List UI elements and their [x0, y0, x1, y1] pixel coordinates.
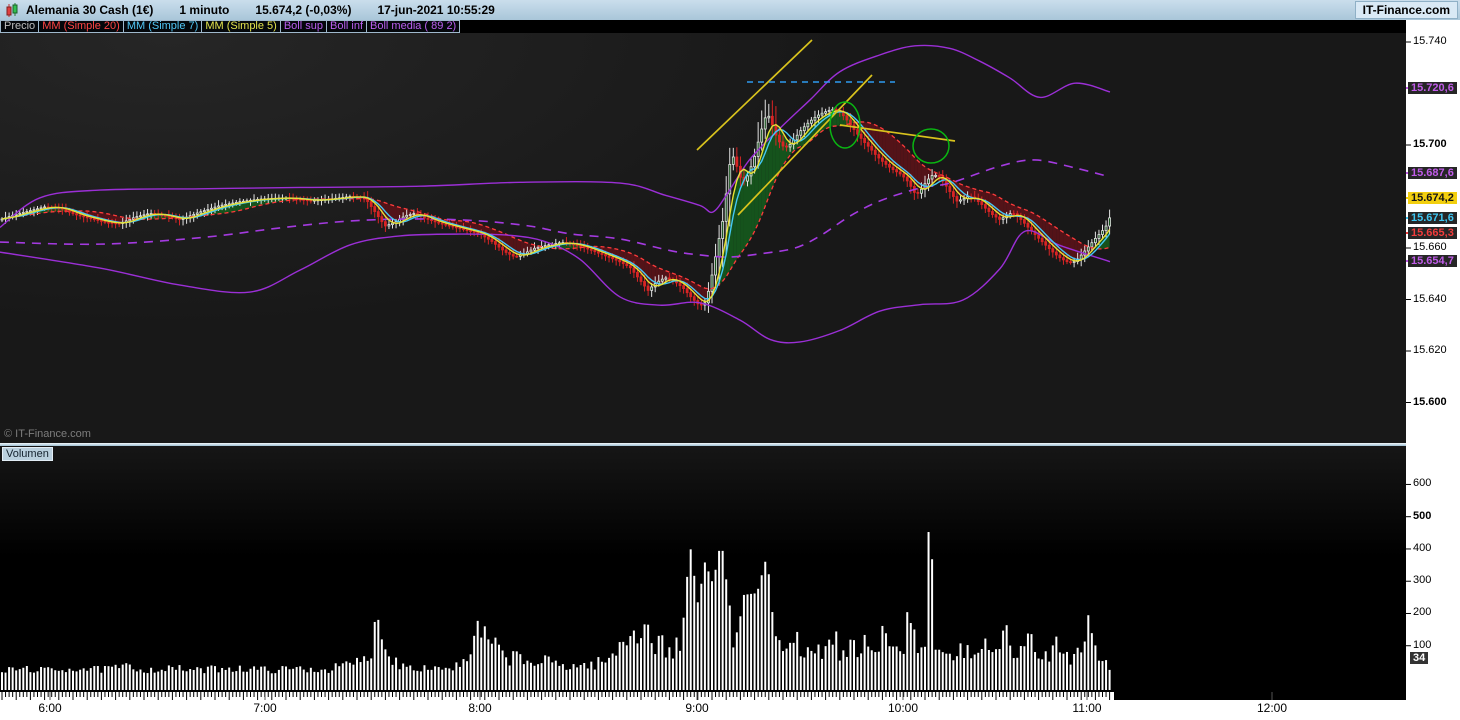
brand-link[interactable]: IT-Finance.com	[1354, 1, 1458, 19]
legend-item-mm-simple-20[interactable]: MM (Simple 20)	[39, 20, 124, 33]
price-axis-column[interactable]	[1406, 20, 1460, 692]
price-chart-panel[interactable]	[0, 33, 1406, 443]
legend-item-precio[interactable]: Precio	[0, 20, 40, 33]
trading-platform-window: { "title_bar": { "instrument": "Alemania…	[0, 0, 1460, 720]
volume-indicator-tag[interactable]: Volumen	[2, 447, 53, 461]
last-price-change: 15.674,2 (-0,03%)	[255, 3, 352, 17]
title-bar: Alemania 30 Cash (1€) 1 minuto 15.674,2 …	[0, 0, 1460, 21]
watermark: © IT-Finance.com	[4, 428, 91, 440]
timestamp: 17-jun-2021 10:55:29	[377, 3, 495, 17]
timeframe-label[interactable]: 1 minuto	[179, 3, 229, 17]
time-axis-strip[interactable]	[0, 692, 1460, 720]
legend-item-mm-simple-7[interactable]: MM (Simple 7)	[123, 20, 203, 33]
instrument-name: Alemania 30 Cash (1€)	[26, 3, 154, 17]
legend-bar: Precio MM (Simple 20) MM (Simple 7) MM (Sim…	[0, 20, 1406, 33]
legend-item-boll-inf[interactable]: Boll inf	[326, 20, 368, 33]
legend-item-boll-sup[interactable]: Boll sup	[280, 20, 327, 33]
legend-item-mm-simple-5[interactable]: MM (Simple 5)	[202, 20, 281, 33]
candlestick-icon	[4, 2, 20, 18]
legend-item-boll-media-89-2[interactable]: Boll media ( 89 2)	[367, 20, 461, 33]
volume-panel[interactable]	[0, 446, 1406, 692]
